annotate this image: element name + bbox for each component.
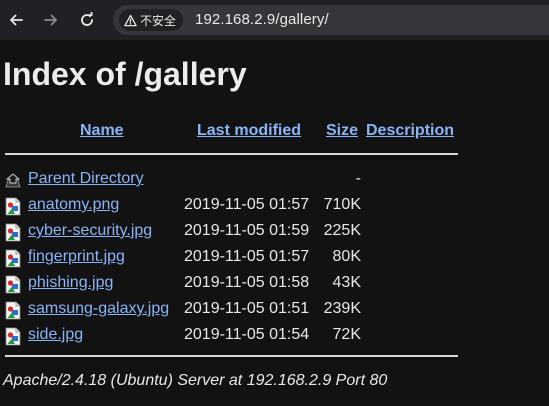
file-link[interactable]: fingerprint.jpg	[28, 248, 125, 266]
file-link[interactable]: phishing.jpg	[28, 274, 113, 292]
column-header-name[interactable]: Name	[80, 122, 124, 140]
column-header-last-modified[interactable]: Last modified	[197, 122, 301, 140]
file-size: 80K	[332, 248, 361, 265]
image-file-icon	[5, 275, 21, 294]
file-row: phishing.jpg 2019-11-05 01:58 43K	[0, 272, 549, 296]
parent-size: -	[355, 170, 361, 187]
column-header-description[interactable]: Description	[366, 122, 454, 140]
image-file-icon	[5, 301, 21, 320]
file-last-modified: 2019-11-05 01:58	[184, 274, 310, 291]
file-link[interactable]: anatomy.png	[28, 196, 119, 214]
image-file-icon	[5, 327, 21, 346]
file-last-modified: 2019-11-05 01:57	[184, 196, 310, 213]
file-size: 710K	[323, 196, 361, 213]
file-link[interactable]: cyber-security.jpg	[28, 222, 152, 240]
file-size: 239K	[323, 300, 361, 317]
file-last-modified: 2019-11-05 01:51	[184, 300, 310, 317]
file-last-modified: 2019-11-05 01:59	[184, 222, 310, 239]
file-link[interactable]: samsung-galaxy.jpg	[28, 300, 169, 318]
footer-divider	[5, 355, 458, 357]
file-row: cyber-security.jpg 2019-11-05 01:59 225K	[0, 220, 549, 244]
server-signature: Apache/2.4.18 (Ubuntu) Server at 192.168…	[3, 372, 388, 389]
image-file-icon	[5, 197, 21, 216]
column-header-size[interactable]: Size	[326, 122, 358, 140]
file-row: samsung-galaxy.jpg 2019-11-05 01:51 239K	[0, 298, 549, 322]
file-link[interactable]: side.jpg	[28, 326, 83, 344]
directory-listing: Name Last modified Size Description Pare…	[0, 0, 549, 406]
file-row: side.jpg 2019-11-05 01:54 72K	[0, 324, 549, 348]
image-file-icon	[5, 249, 21, 268]
file-size: 225K	[323, 222, 361, 239]
back-folder-icon	[5, 173, 21, 188]
file-row: fingerprint.jpg 2019-11-05 01:57 80K	[0, 246, 549, 270]
file-last-modified: 2019-11-05 01:54	[184, 326, 310, 343]
parent-directory-link[interactable]: Parent Directory	[28, 170, 144, 188]
parent-directory-row: Parent Directory -	[0, 168, 549, 192]
file-size: 72K	[332, 326, 361, 343]
file-row: anatomy.png 2019-11-05 01:57 710K	[0, 194, 549, 218]
image-file-icon	[5, 223, 21, 242]
file-size: 43K	[332, 274, 361, 291]
file-last-modified: 2019-11-05 01:57	[184, 248, 310, 265]
header-divider	[5, 153, 458, 155]
